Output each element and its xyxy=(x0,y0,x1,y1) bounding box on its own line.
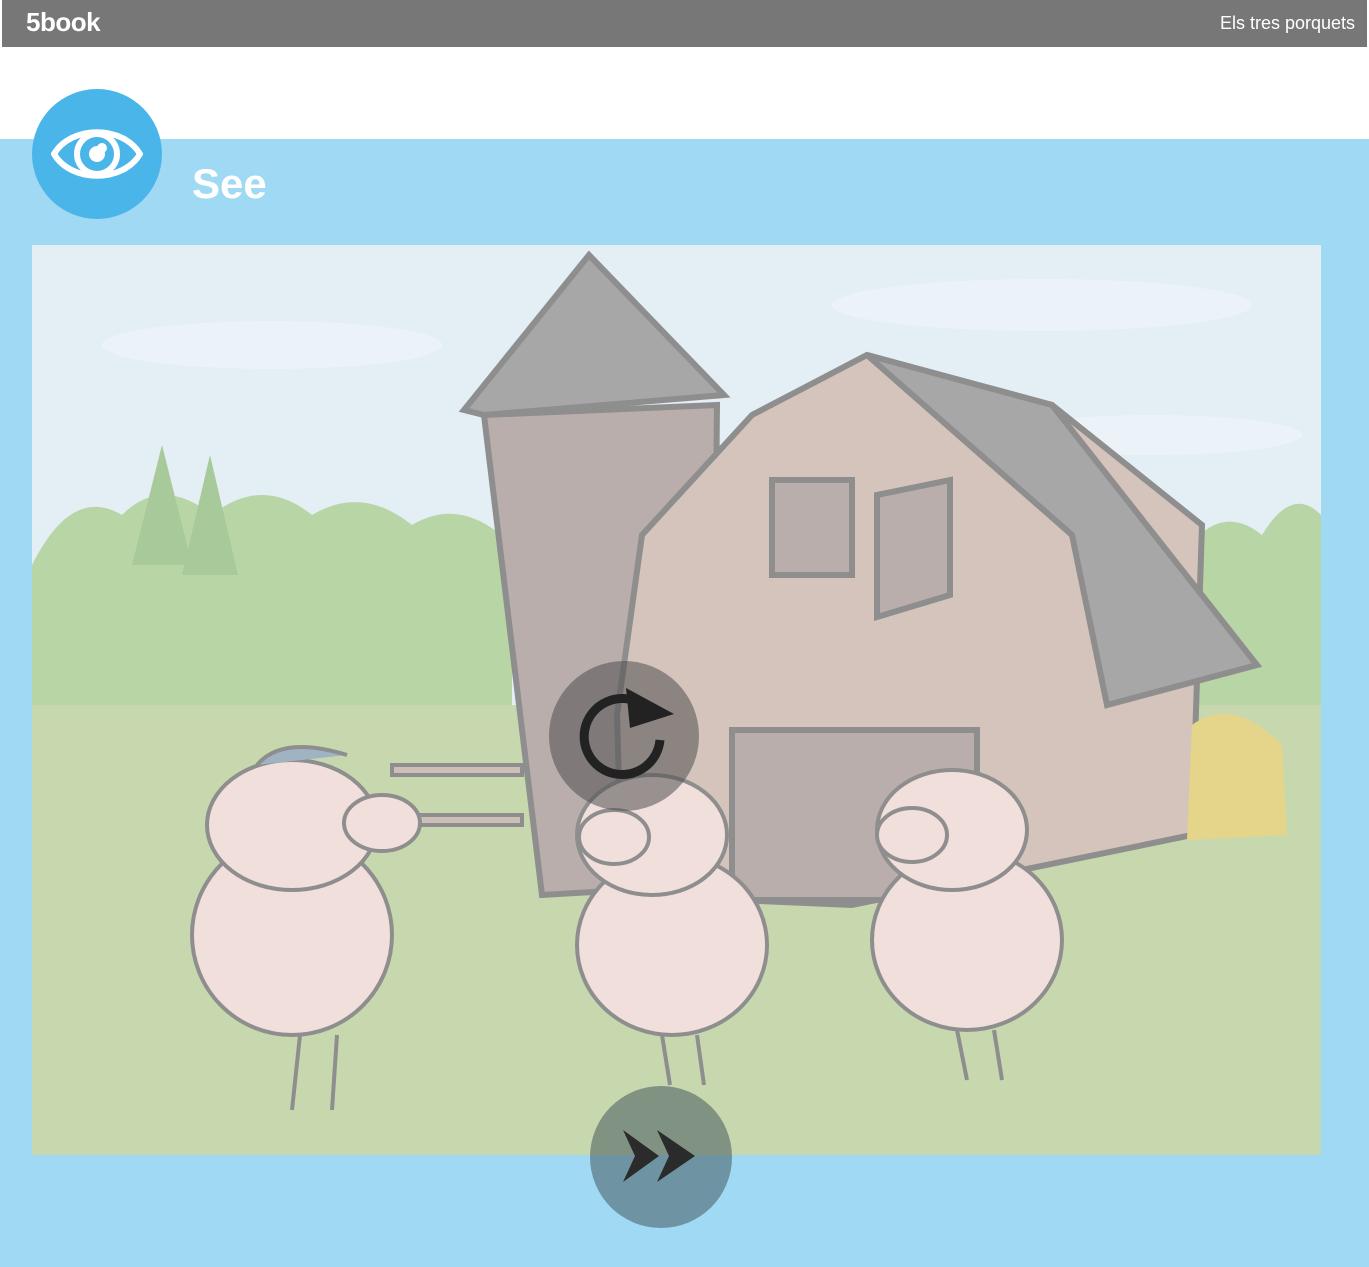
brand-logo[interactable]: 5book xyxy=(26,7,101,38)
section-badge xyxy=(32,89,162,219)
eye-icon xyxy=(51,129,143,179)
replay-icon xyxy=(579,688,674,780)
next-button[interactable] xyxy=(590,1086,732,1228)
section-title: See xyxy=(192,160,267,207)
top-bar: 5book Els tres porquets xyxy=(2,0,1367,47)
replay-button[interactable] xyxy=(549,661,699,811)
book-title: Els tres porquets xyxy=(1219,13,1355,33)
fast-forward-icon xyxy=(623,1130,695,1182)
